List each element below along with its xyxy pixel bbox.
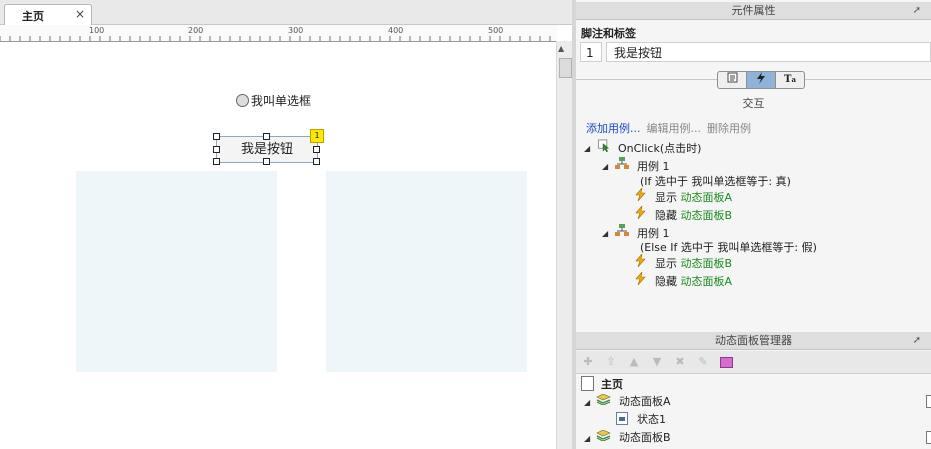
panel-manager-title: 动态面板管理器: [715, 334, 792, 347]
widget-label-field[interactable]: 我是按钮: [606, 42, 931, 62]
delete-icon[interactable]: ✖: [674, 356, 686, 368]
panel-a-edge-box: [926, 395, 931, 408]
action-target: 动态面板A: [680, 191, 733, 204]
action-verb: 显示: [655, 257, 677, 270]
case-1-condition[interactable]: (If 选中于 我叫单选框等于: 真): [640, 173, 791, 189]
properties-segment-control: Ta: [717, 71, 805, 89]
case-1-action-1[interactable]: 显示 动态面板A: [655, 189, 732, 205]
panel-manager-header: 动态面板管理器 ➚: [576, 332, 931, 350]
radio-button-widget[interactable]: 我叫单选框: [236, 92, 311, 109]
expand-arrow-icon[interactable]: ◢: [584, 434, 590, 443]
action-target: 动态面板B: [680, 257, 733, 270]
dynamic-panel-b[interactable]: [326, 171, 527, 372]
state-icon: [616, 412, 628, 425]
interaction-title: 交互: [742, 97, 765, 110]
resize-handle-n[interactable]: [263, 133, 270, 140]
pin-icon[interactable]: ➚: [913, 332, 921, 349]
ruler-label-300: 300: [288, 26, 304, 35]
resize-handle-w[interactable]: [213, 146, 220, 153]
vertical-scrollbar[interactable]: [556, 41, 572, 449]
interaction-icon[interactable]: [747, 72, 776, 88]
dynamic-panel-a[interactable]: [76, 171, 277, 372]
footnote-label-section-title: 脚注和标签: [581, 27, 636, 40]
action-target: 动态面板A: [680, 275, 733, 288]
case-actions: 添加用例... 编辑用例... 删除用例: [586, 120, 751, 136]
panel-a-state-1[interactable]: 状态1: [637, 411, 666, 427]
footnote-badge[interactable]: 1: [310, 129, 324, 143]
move-up-icon[interactable]: ⇧: [605, 356, 617, 368]
case-1-name[interactable]: 用例 1: [637, 158, 670, 174]
page-icon: [581, 376, 594, 391]
properties-title: 元件属性: [731, 4, 776, 17]
lightning-icon: [635, 272, 646, 285]
properties-pane: 元件属性 ➚ 脚注和标签 1 我是按钮 Ta 交互 添加用例... 编辑用例..…: [576, 0, 931, 449]
ruler-ticks: [0, 36, 551, 41]
delete-case-link[interactable]: 删除用例: [707, 120, 751, 136]
arrow-up-icon[interactable]: ▲: [628, 356, 640, 368]
tab-home-label: 主页: [22, 10, 44, 23]
scroll-up-arrow-icon[interactable]: ▲: [558, 44, 564, 53]
dynamic-panel-icon: [596, 394, 611, 405]
cursor-event-icon: [597, 139, 610, 152]
resize-handle-nw[interactable]: [213, 133, 220, 140]
panel-manager-toolbar: ✚ ⇧ ▲ ▼ ✖ ✎: [576, 351, 931, 374]
ruler-label-200: 200: [188, 26, 204, 35]
resize-handle-sw[interactable]: [213, 158, 220, 165]
ruler-label-500: 500: [488, 26, 504, 35]
event-onclick[interactable]: OnClick(点击时): [618, 140, 701, 156]
case-1-action-2[interactable]: 隐藏 动态面板B: [655, 207, 732, 223]
panel-b-edge-box: [926, 431, 931, 444]
close-icon[interactable]: ×: [75, 7, 85, 21]
action-verb: 隐藏: [655, 209, 677, 222]
case-icon: [615, 157, 629, 169]
dynamic-panel-b-item[interactable]: 动态面板B: [619, 429, 671, 445]
case-2-action-2[interactable]: 隐藏 动态面板A: [655, 273, 732, 289]
case-icon: [615, 224, 629, 236]
resize-handle-se[interactable]: [313, 158, 320, 165]
style-icon[interactable]: Ta: [776, 72, 804, 88]
pin-icon[interactable]: ➚: [913, 2, 921, 19]
action-target: 动态面板B: [680, 209, 733, 222]
action-verb: 显示: [655, 191, 677, 204]
edit-case-link[interactable]: 编辑用例...: [647, 120, 702, 136]
arrow-down-icon[interactable]: ▼: [651, 356, 663, 368]
lightning-icon: [635, 206, 646, 219]
resize-handle-s[interactable]: [263, 158, 270, 165]
page-icon[interactable]: [720, 357, 733, 368]
radio-circle[interactable]: [236, 94, 249, 107]
add-state-icon[interactable]: ✚: [582, 356, 594, 368]
manager-page-name[interactable]: 主页: [601, 376, 623, 392]
tab-home[interactable]: 主页 ×: [4, 4, 92, 25]
case-2-condition[interactable]: (Else If 选中于 我叫单选框等于: 假): [640, 239, 817, 255]
scroll-thumb[interactable]: [559, 58, 572, 78]
expand-arrow-icon[interactable]: ◢: [584, 398, 590, 407]
page-tab-strip: 主页 ×: [0, 0, 572, 25]
case-2-action-1[interactable]: 显示 动态面板B: [655, 255, 732, 271]
ruler-label-400: 400: [388, 26, 404, 35]
lightning-icon: [635, 188, 646, 201]
notes-icon[interactable]: [718, 72, 747, 88]
page-canvas-area: 主页 × 100 200 300 400 500 我叫单选框 我是按钮 1 ▲: [0, 0, 572, 449]
resize-handle-e[interactable]: [313, 146, 320, 153]
expand-arrow-icon[interactable]: ◢: [602, 162, 608, 171]
footnote-number-field[interactable]: 1: [580, 42, 602, 62]
horizontal-ruler: 100 200 300 400 500: [0, 25, 557, 42]
lightning-icon: [635, 254, 646, 267]
radio-label: 我叫单选框: [251, 94, 312, 108]
dynamic-panel-icon: [596, 430, 611, 441]
expand-arrow-icon[interactable]: ◢: [602, 229, 608, 238]
expand-arrow-icon[interactable]: ◢: [584, 144, 590, 153]
action-verb: 隐藏: [655, 275, 677, 288]
ruler-label-100: 100: [89, 26, 105, 35]
edit-icon[interactable]: ✎: [697, 356, 709, 368]
add-case-link[interactable]: 添加用例...: [586, 120, 641, 136]
properties-header: 元件属性 ➚: [576, 2, 931, 20]
dynamic-panel-a-item[interactable]: 动态面板A: [619, 393, 671, 409]
